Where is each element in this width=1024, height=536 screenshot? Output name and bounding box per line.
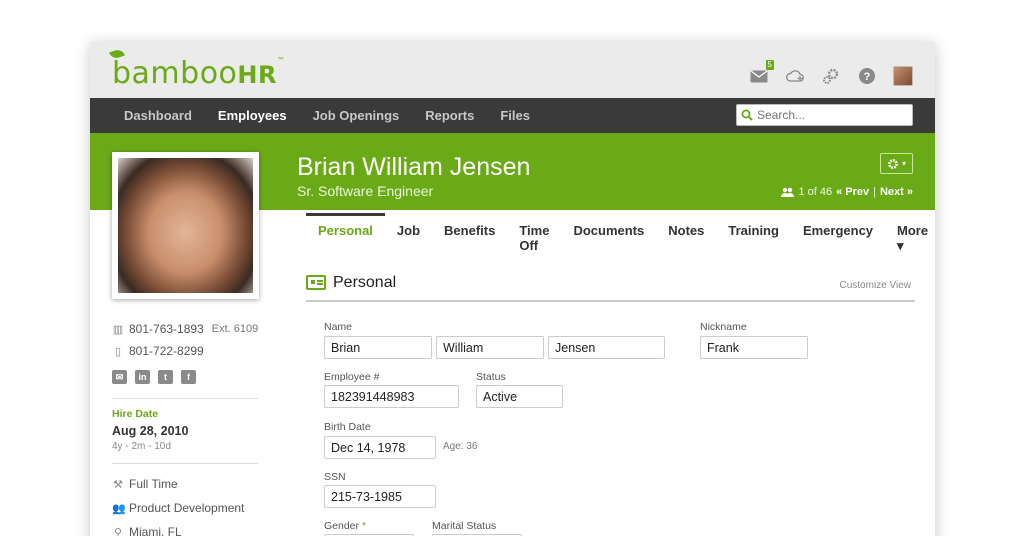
svg-text:?: ?: [864, 71, 871, 83]
work-phone[interactable]: 801-763-1893: [129, 322, 204, 336]
employee-pager: 1 of 46 « Prev | Next »: [781, 186, 913, 198]
marital-status-label: Marital Status: [432, 520, 497, 532]
wrench-icon: ⚒: [113, 478, 123, 491]
tab-emergency[interactable]: Emergency: [791, 213, 885, 247]
next-link[interactable]: Next »: [880, 186, 913, 198]
age-note: Age: 36: [443, 441, 478, 452]
top-bar: bambooHR™ 5 ?: [90, 42, 935, 98]
hire-duration: 4y - 2m - 10d: [112, 441, 171, 452]
logo-hr: HR: [237, 61, 277, 89]
location: Miami, FL: [129, 525, 182, 536]
pager-separator: |: [873, 186, 876, 198]
nav-reports[interactable]: Reports: [425, 108, 474, 123]
gender-label: Gender *: [324, 520, 366, 532]
tab-training[interactable]: Training: [716, 213, 791, 247]
employee-photo[interactable]: [112, 152, 259, 299]
logo-text: bamboo: [112, 56, 238, 91]
nav-dashboard[interactable]: Dashboard: [124, 108, 192, 123]
mobile-icon: ▯: [114, 345, 122, 358]
department-row: 👥 Product Development: [112, 501, 244, 515]
logo-tm: ™: [276, 56, 286, 65]
search-input[interactable]: [757, 108, 907, 122]
employee-number-label: Employee #: [324, 371, 380, 383]
search-box: [736, 104, 913, 126]
linkedin-icon[interactable]: in: [135, 370, 150, 384]
status-field[interactable]: [476, 385, 563, 408]
cloud-add-icon[interactable]: [785, 66, 805, 86]
tab-more[interactable]: More ▾: [885, 213, 935, 253]
nav-files[interactable]: Files: [500, 108, 530, 123]
employee-name: Brian William Jensen: [297, 153, 531, 181]
tab-personal[interactable]: Personal: [306, 213, 385, 247]
twitter-icon[interactable]: t: [158, 370, 173, 384]
settings-gears-icon[interactable]: [821, 66, 841, 86]
profile-tabs: Personal Job Benefits Time Off Documents…: [306, 213, 935, 253]
section-title: Personal: [333, 274, 397, 291]
inbox-icon[interactable]: 5: [749, 60, 774, 86]
facebook-icon[interactable]: f: [181, 370, 196, 384]
search-icon: [741, 109, 753, 121]
personal-section-header: Personal Customize View: [306, 272, 915, 302]
middle-name-field[interactable]: [436, 336, 544, 359]
employee-number-field[interactable]: [324, 385, 459, 408]
last-name-field[interactable]: [548, 336, 665, 359]
location-row: ⚲ Miami, FL: [112, 525, 182, 536]
employment-type-row: ⚒ Full Time: [112, 477, 178, 491]
employee-photo-image: [118, 158, 253, 293]
employment-type: Full Time: [129, 477, 178, 491]
work-phone-row: ▥ 801-763-1893 Ext. 6109: [112, 322, 258, 336]
birth-date-label: Birth Date: [324, 421, 371, 433]
id-card-icon: [306, 275, 326, 290]
tab-benefits[interactable]: Benefits: [432, 213, 507, 247]
nickname-label: Nickname: [700, 321, 747, 333]
name-label: Name: [324, 321, 353, 333]
prev-link[interactable]: « Prev: [836, 186, 869, 198]
bamboohr-logo[interactable]: bambooHR™: [109, 47, 286, 91]
nav-job-openings[interactable]: Job Openings: [313, 108, 400, 123]
department: Product Development: [129, 501, 245, 515]
nickname-field[interactable]: [700, 336, 808, 359]
nav-employees[interactable]: Employees: [218, 108, 287, 123]
location-pin-icon: ⚲: [113, 526, 123, 536]
gear-icon: [888, 158, 898, 169]
main-nav: Dashboard Employees Job Openings Reports…: [90, 98, 935, 133]
people-icon: 👥: [112, 502, 126, 515]
required-marker: *: [361, 520, 367, 532]
hire-date: Aug 28, 2010: [112, 424, 189, 438]
status-label: Status: [476, 371, 506, 383]
tab-documents[interactable]: Documents: [561, 213, 656, 247]
email-icon[interactable]: ✉: [112, 370, 127, 384]
social-links: ✉ in t f: [112, 370, 196, 384]
tab-time-off[interactable]: Time Off: [507, 213, 561, 253]
help-icon[interactable]: ?: [857, 66, 877, 86]
divider: [112, 398, 258, 399]
people-icon: [781, 187, 795, 197]
work-ext: Ext. 6109: [211, 323, 259, 335]
hire-date-label: Hire Date: [112, 408, 159, 420]
tab-job[interactable]: Job: [385, 213, 432, 247]
top-icons: 5 ?: [749, 60, 913, 86]
mobile-phone-row: ▯ 801-722-8299: [112, 344, 204, 358]
birth-date-field[interactable]: [324, 436, 436, 459]
gender-label-text: Gender: [324, 520, 360, 532]
ssn-label: SSN: [324, 471, 346, 483]
mobile-phone[interactable]: 801-722-8299: [129, 344, 204, 358]
divider: [112, 463, 258, 464]
pager-count: 1 of 46: [798, 186, 833, 198]
employee-actions-button[interactable]: ▾: [880, 153, 913, 174]
customize-view-link[interactable]: Customize View: [839, 280, 911, 291]
tab-notes[interactable]: Notes: [656, 213, 716, 247]
app-window: bambooHR™ 5 ? Dashboard Employees Job Op…: [90, 42, 935, 536]
nav-items: Dashboard Employees Job Openings Reports…: [124, 98, 530, 133]
ssn-field[interactable]: [324, 485, 436, 508]
building-icon: ▥: [112, 323, 124, 336]
inbox-count-badge: 5: [765, 60, 774, 70]
user-avatar[interactable]: [893, 66, 913, 86]
employee-title: Sr. Software Engineer: [297, 183, 434, 199]
chevron-down-icon: ▾: [901, 159, 906, 168]
first-name-field[interactable]: [324, 336, 432, 359]
